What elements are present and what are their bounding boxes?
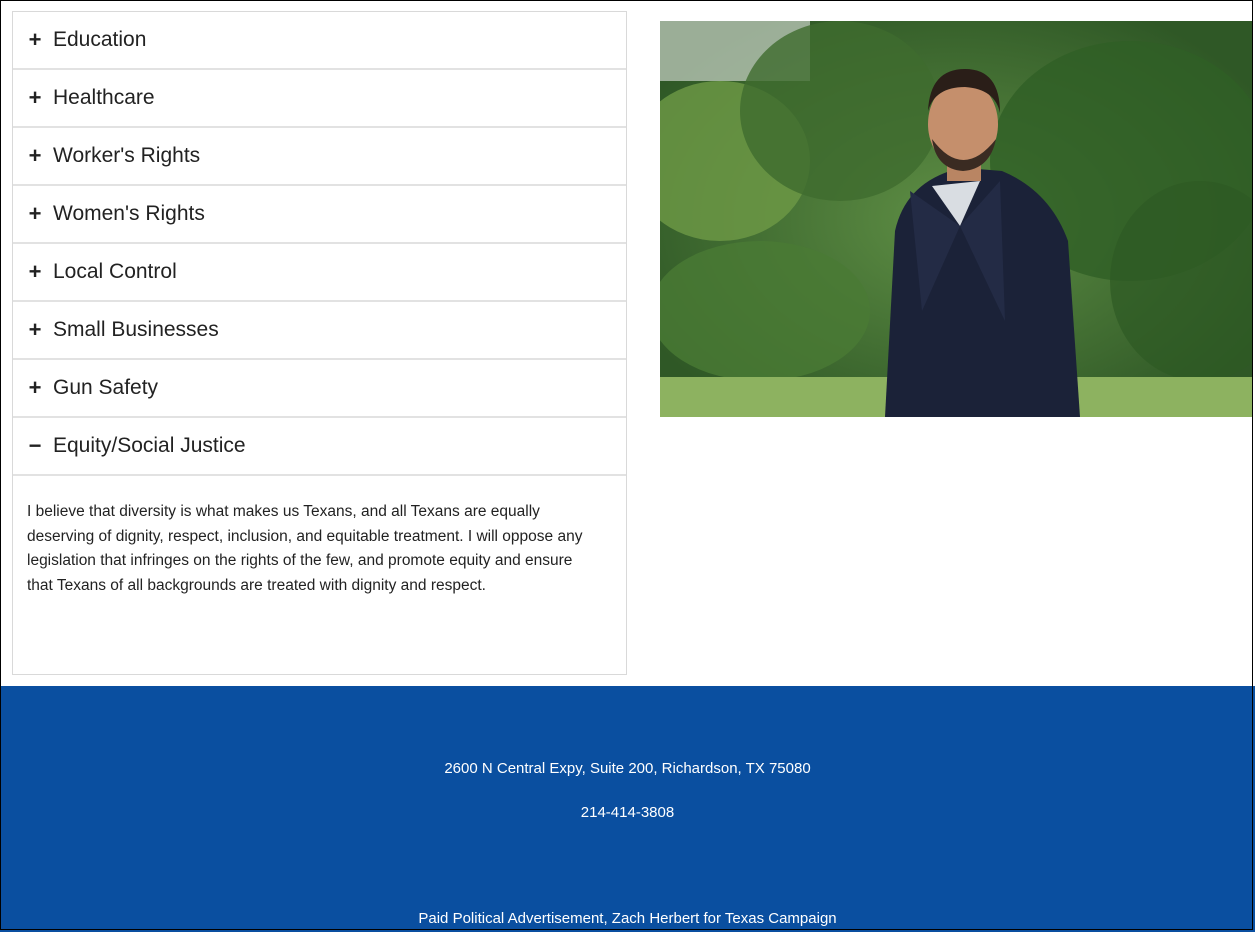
candidate-portrait-icon: [660, 21, 1252, 417]
expand-icon: +: [28, 143, 42, 168]
accordion-item-title: Small Businesses: [53, 318, 219, 341]
expand-icon: +: [28, 85, 42, 110]
issues-accordion: + Education + Healthcare + Worker's Righ…: [12, 11, 627, 675]
collapse-icon: −: [28, 433, 42, 458]
footer-address: 2600 N Central Expy, Suite 200, Richards…: [444, 760, 811, 777]
accordion-item-title: Local Control: [53, 260, 177, 283]
accordion-item-title: Gun Safety: [53, 376, 159, 399]
footer-disclaimer: Paid Political Advertisement, Zach Herbe…: [418, 910, 837, 927]
accordion-item-workers-rights[interactable]: + Worker's Rights: [13, 128, 626, 186]
site-footer: 2600 N Central Expy, Suite 200, Richards…: [0, 686, 1255, 932]
accordion-item-gun-safety[interactable]: + Gun Safety: [13, 360, 626, 418]
accordion-item-equity-social-justice[interactable]: − Equity/Social Justice: [13, 418, 626, 476]
footer-phone[interactable]: 214-414-3808: [0, 804, 1255, 821]
accordion-item-womens-rights[interactable]: + Women's Rights: [13, 186, 626, 244]
accordion-item-local-control[interactable]: + Local Control: [13, 244, 626, 302]
candidate-photo: [660, 21, 1252, 417]
accordion-item-healthcare[interactable]: + Healthcare: [13, 70, 626, 128]
accordion-panel-text: I believe that diversity is what makes u…: [27, 503, 583, 594]
accordion-item-small-businesses[interactable]: + Small Businesses: [13, 302, 626, 360]
expand-icon: +: [28, 27, 42, 52]
accordion-item-education[interactable]: + Education: [13, 12, 626, 70]
accordion-item-title: Healthcare: [53, 86, 155, 109]
accordion-item-title: Equity/Social Justice: [53, 434, 246, 457]
accordion-item-title: Worker's Rights: [53, 144, 201, 167]
accordion-item-title: Education: [53, 28, 147, 51]
expand-icon: +: [28, 259, 42, 284]
expand-icon: +: [28, 317, 42, 342]
expand-icon: +: [28, 375, 42, 400]
accordion-item-title: Women's Rights: [53, 202, 205, 225]
expand-icon: +: [28, 201, 42, 226]
